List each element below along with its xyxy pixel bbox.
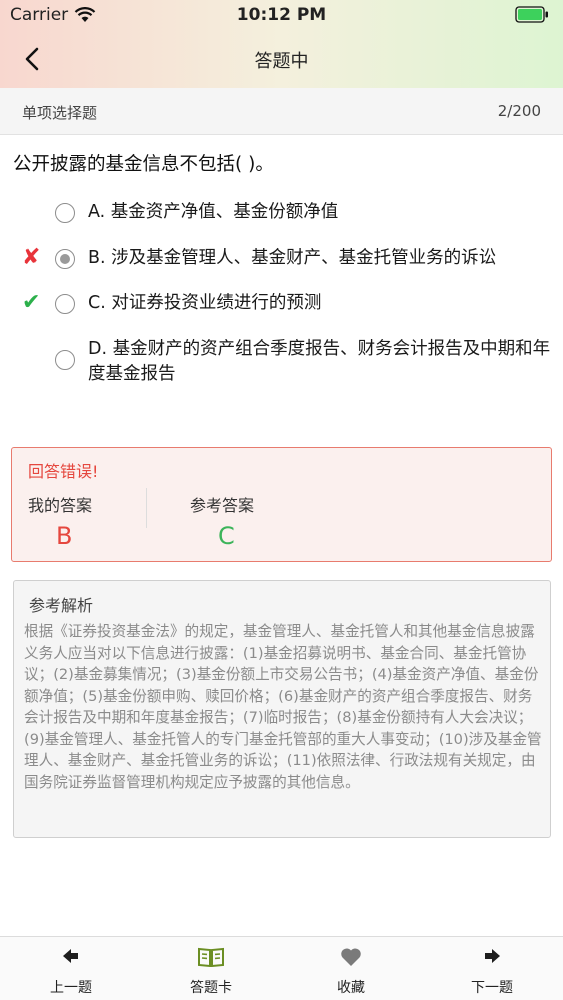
next-question-button[interactable]: 下一题	[442, 937, 542, 1000]
analysis-panel: 参考解析 根据《证券投资基金法》的规定，基金管理人、基金托管人和其他基金信息披露…	[13, 580, 551, 838]
option-label: D. 基金财产的资产组合季度报告、财务会计报告及中期和年度基金报告	[88, 339, 551, 384]
option-radio[interactable]	[55, 294, 75, 314]
reference-answer-value: C	[218, 522, 235, 550]
result-panel: 回答错误! 我的答案 B 参考答案 C	[11, 447, 552, 562]
result-title: 回答错误!	[28, 462, 99, 481]
battery-icon	[515, 6, 548, 23]
status-time: 10:12 PM	[236, 5, 327, 25]
option-b[interactable]: ✘ B. 涉及基金管理人、基金财产、基金托管业务的诉讼	[0, 245, 563, 276]
option-label: A. 基金资产净值、基金份额净值	[88, 202, 339, 222]
question-info-bar: 单项选择题 2/200	[0, 88, 563, 135]
option-c[interactable]: ✔ C. 对证券投资业绩进行的预测	[0, 290, 563, 321]
tab-label: 收藏	[337, 980, 365, 996]
question-text: 公开披露的基金信息不包括( )。	[13, 154, 274, 175]
correct-mark-icon: ✔	[22, 290, 41, 315]
favorite-button[interactable]: 收藏	[301, 937, 401, 1000]
arrow-right-icon	[442, 947, 542, 967]
question-type-label: 单项选择题	[22, 104, 98, 122]
my-answer-label: 我的答案	[28, 496, 93, 515]
bottom-tab-bar: 上一题 答题卡 收藏 下一题	[0, 936, 563, 1000]
answer-card-button[interactable]: 答题卡	[161, 937, 261, 1000]
option-radio-selected[interactable]	[55, 249, 75, 269]
analysis-title: 参考解析	[29, 596, 94, 615]
tab-label: 下一题	[471, 980, 513, 996]
status-bar: Carrier 10:12 PM	[0, 0, 563, 30]
tab-label: 答题卡	[190, 980, 232, 996]
tab-label: 上一题	[50, 980, 92, 996]
page-title: 答题中	[254, 51, 309, 72]
analysis-text: 根据《证券投资基金法》的规定，基金管理人、基金托管人和其他基金信息披露义务人应当…	[24, 623, 542, 791]
answer-card-icon	[161, 947, 261, 967]
my-answer-value: B	[56, 522, 73, 550]
option-a[interactable]: A. 基金资产净值、基金份额净值	[0, 200, 563, 230]
question-progress: 2/200	[497, 102, 541, 120]
reference-answer-label: 参考答案	[190, 496, 255, 515]
arrow-left-icon	[21, 947, 121, 967]
option-radio[interactable]	[55, 203, 75, 223]
result-divider	[146, 488, 147, 528]
wrong-mark-icon: ✘	[22, 245, 41, 270]
previous-question-button[interactable]: 上一题	[21, 937, 121, 1000]
option-d[interactable]: D. 基金财产的资产组合季度报告、财务会计报告及中期和年度基金报告	[0, 337, 563, 389]
option-label: C. 对证券投资业绩进行的预测	[88, 293, 322, 313]
heart-icon	[301, 947, 401, 967]
navigation-bar: 答题中	[0, 30, 563, 88]
option-radio[interactable]	[55, 350, 75, 370]
option-label: B. 涉及基金管理人、基金财产、基金托管业务的诉讼	[88, 248, 497, 268]
